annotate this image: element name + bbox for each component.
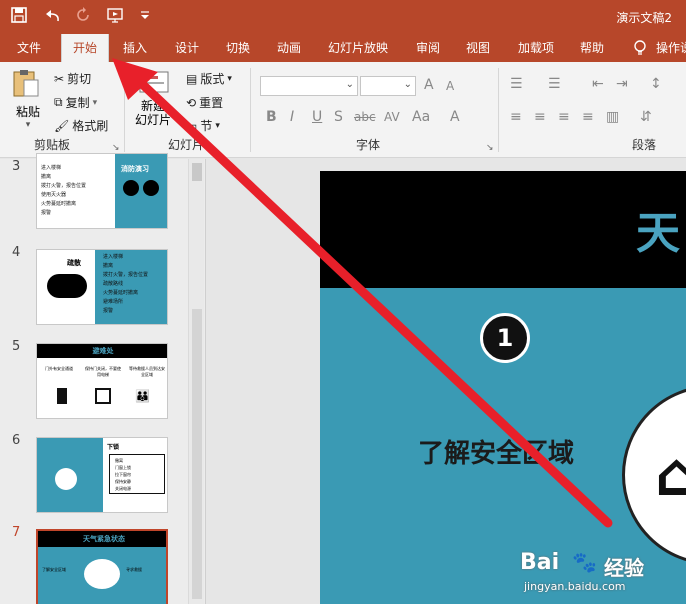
watermark-url: jingyan.baidu.com [524,580,626,593]
annotation-arrow-icon [112,58,613,528]
watermark-brand: Bai [520,550,560,575]
baidu-watermark: Bai 🐾 经验 jingyan.baidu.com [520,550,680,598]
watermark-brand2: 经验 [604,556,644,580]
paw-icon: 🐾 [572,550,597,574]
